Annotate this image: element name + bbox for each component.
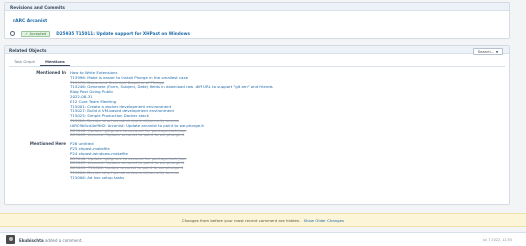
mention-link[interactable]: T15006: Ad hoc setup tasks <box>70 175 509 181</box>
comment-header: Ekubischta added a comment. Jul 7 2022, … <box>0 232 526 246</box>
notice-text: Changes from before your most recent com… <box>181 217 301 223</box>
mentioned-in-group: Mentioned In How to Write Extensions T159… <box>5 70 509 138</box>
related-objects-title: Related Objects <box>5 46 509 54</box>
comment-author-line: Ekubischta added a comment. <box>19 238 83 243</box>
avatar[interactable] <box>6 235 15 244</box>
mentioned-in-list: How to Write Extensions T15996: Make is e… <box>70 70 509 138</box>
tab-mentions[interactable]: Mentions <box>40 57 70 66</box>
tab-task-graph[interactable]: Task Graph <box>9 57 40 66</box>
show-older-changes-link[interactable]: Show Older Changes <box>304 218 345 223</box>
hidden-changes-notice: Changes from before your most recent com… <box>0 213 526 227</box>
related-objects-panel: Related Objects Search... ▼ Task Graph M… <box>4 45 510 205</box>
mentions-content: Mentioned In How to Write Extensions T159… <box>5 70 509 181</box>
mentioned-here-label: Mentioned Here <box>29 141 66 147</box>
gear-icon[interactable] <box>10 31 15 36</box>
related-tabs: Task Graph Mentions <box>9 57 505 67</box>
revisions-panel: Revisions and Commits rARC Arcanist ✓ Ac… <box>4 2 510 39</box>
check-icon: ✓ <box>25 31 29 36</box>
revision-row: ✓ Accepted D25935 T15011: Update support… <box>10 29 504 38</box>
revisions-panel-title: Revisions and Commits <box>5 3 509 11</box>
repository-link[interactable]: rARC Arcanist <box>13 19 47 24</box>
status-badge-label: Accepted <box>29 31 47 36</box>
comment-action: added a comment. <box>44 238 83 243</box>
mention-link[interactable]: D25003: Arcanist: Update arcanist to poi… <box>70 133 509 138</box>
comment-author-link[interactable]: Ekubischta <box>19 238 44 243</box>
mentioned-here-list: P26 untitled P25 xhpast-makefile P24 xhpas… <box>70 141 509 181</box>
revision-link[interactable]: D25935 T15011: Update support for XHPast… <box>56 31 190 36</box>
mentioned-in-label: Mentioned In <box>36 70 66 75</box>
chevron-down-icon: ▼ <box>495 49 499 54</box>
search-button[interactable]: Search... ▼ <box>473 48 503 55</box>
status-badge: ✓ Accepted <box>21 30 51 37</box>
mentioned-here-group: Mentioned Here P26 untitled P25 xhpast-ma… <box>5 141 509 181</box>
comment-date: Jul 7 2022, 12:55 <box>483 238 512 242</box>
search-button-label: Search... <box>477 49 495 54</box>
